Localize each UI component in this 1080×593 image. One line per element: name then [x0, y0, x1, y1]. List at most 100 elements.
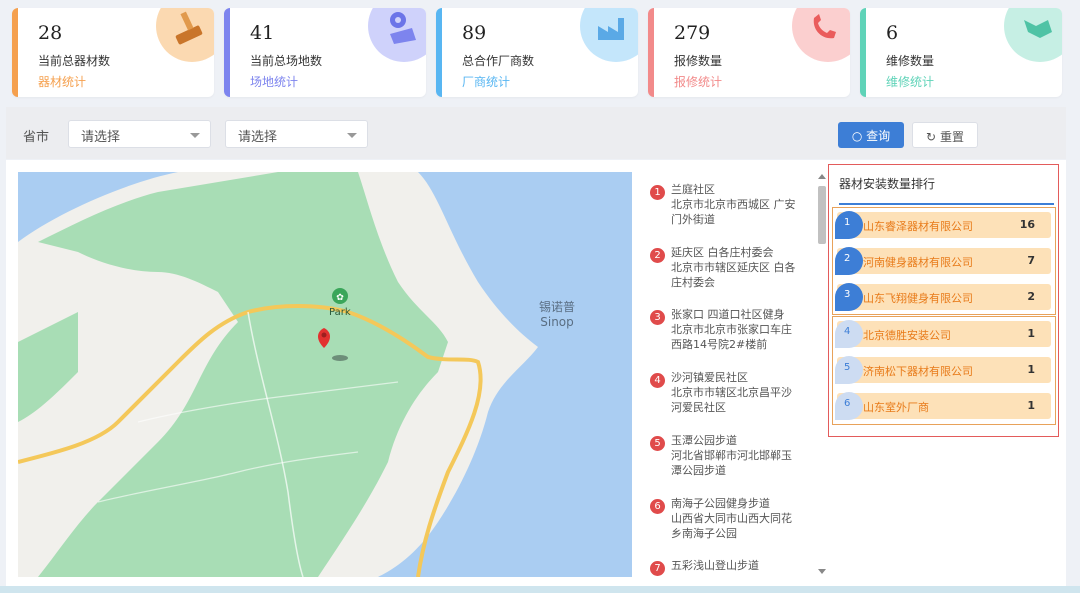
venue-number: 6 [650, 499, 665, 514]
ranking-row[interactable]: 2 河南健身器材有限公司 7 [835, 247, 1051, 275]
ranking-row[interactable]: 1 山东睿泽器材有限公司 16 [835, 211, 1051, 239]
park-label: Park [329, 307, 351, 318]
refresh-icon: ↻ [926, 130, 937, 144]
ranking-title-underline [839, 203, 1054, 205]
stat-value: 279 [674, 22, 711, 44]
stat-link-venues[interactable]: 场地统计 [250, 73, 298, 90]
scroll-up-icon[interactable] [818, 174, 826, 179]
reset-button-label: 重置 [939, 130, 964, 144]
map-region-label-en: Sinop [540, 315, 574, 329]
venue-name: 张家口 四道口社区健身 [671, 308, 785, 321]
city-select-value: 请选择 [238, 130, 278, 145]
rank-badge: 3 [835, 283, 863, 311]
venue-name: 玉潭公园步道 [671, 434, 737, 447]
stat-link-manufacturers[interactable]: 厂商统计 [462, 73, 510, 90]
hammer-icon [156, 8, 214, 62]
ranking-row[interactable]: 4 北京德胜安装公司 1 [835, 320, 1051, 348]
venue-address: 北京市北京市西城区 广安门外街道 [671, 198, 796, 226]
phone-icon [792, 8, 850, 62]
chevron-down-icon [190, 133, 200, 138]
stat-link-repairs-done[interactable]: 维修统计 [886, 73, 934, 90]
stat-cards: 28 当前总器材数 器材统计 41 当前总场地数 场地统计 89 总合作厂商数 … [12, 8, 1072, 98]
stat-label: 报修数量 [674, 54, 723, 68]
province-select[interactable]: 请选择 [68, 120, 211, 148]
query-button[interactable]: ○ 查询 [838, 122, 904, 148]
ranking-title: 器材安装数量排行 [839, 177, 936, 191]
venue-list: 1 兰庭社区北京市北京市西城区 广安门外街道 2 延庆区 白各庄村委会北京市市辖… [650, 178, 808, 588]
venue-name: 兰庭社区 [671, 183, 715, 196]
ranking-count: 2 [1027, 290, 1035, 303]
venue-name: 延庆区 白各庄村委会 [671, 246, 774, 259]
map-pin-icon [368, 8, 426, 62]
ranking-count: 7 [1027, 254, 1035, 267]
stat-value: 6 [886, 22, 899, 44]
venue-name: 南海子公园健身步道 [671, 497, 770, 510]
venue-address: 山西省大同市山西大同花乡南海子公园 [671, 512, 792, 540]
scrollbar-thumb[interactable] [818, 186, 826, 244]
venue-name: 五彩浅山登山步道 [671, 559, 759, 572]
ranking-row[interactable]: 3 山东飞翔健身有限公司 2 [835, 283, 1051, 311]
venue-number: 5 [650, 436, 665, 451]
stat-card-equipment: 28 当前总器材数 器材统计 [12, 8, 214, 97]
stat-value: 41 [250, 22, 275, 44]
map-canvas: ✿ [18, 172, 538, 577]
venue-map[interactable]: ✿ Park 锡诺普 Sinop [18, 172, 632, 577]
stat-label: 维修数量 [886, 54, 935, 68]
stat-label: 当前总场地数 [250, 54, 323, 68]
rank-badge: 6 [835, 392, 863, 420]
ranking-top-group: 1 山东睿泽器材有限公司 16 2 河南健身器材有限公司 7 3 山东飞翔健身有… [832, 207, 1056, 315]
rank-badge: 5 [835, 356, 863, 384]
factory-icon [580, 8, 638, 62]
province-select-value: 请选择 [81, 130, 121, 145]
ranking-count: 1 [1027, 363, 1035, 376]
main-panel: ✿ Park 锡诺普 Sinop 1 兰庭社区北京市北京市西城区 广安门外街道 … [6, 160, 1066, 593]
map-marker-icon[interactable] [316, 324, 332, 348]
stat-card-manufacturers: 89 总合作厂商数 厂商统计 [436, 8, 638, 97]
ranking-row[interactable]: 5 济南松下器材有限公司 1 [835, 356, 1051, 384]
venue-name: 沙河镇爱民社区 [671, 371, 748, 384]
map-region-label-cn: 锡诺普 [539, 300, 576, 314]
stat-card-repairs-done: 6 维修数量 维修统计 [860, 8, 1062, 97]
venue-address: 北京市市辖区北京昌平沙河爱民社区 [671, 386, 792, 414]
svg-text:✿: ✿ [336, 293, 344, 303]
ranking-count: 16 [1019, 218, 1035, 231]
ranking-company-name: 河南健身器材有限公司 [863, 256, 973, 269]
search-icon: ○ [851, 129, 863, 143]
filter-bar: 省市 请选择 请选择 ○ 查询 ↻ 重置 [6, 107, 1066, 159]
stat-value: 89 [462, 22, 487, 44]
install-ranking-panel: 器材安装数量排行 1 山东睿泽器材有限公司 16 2 河南健身器材有限公司 7 … [828, 164, 1059, 437]
venue-list-scrollbar[interactable] [816, 172, 828, 577]
scroll-down-icon[interactable] [818, 569, 826, 574]
chevron-down-icon [347, 133, 357, 138]
ranking-rest-group: 4 北京德胜安装公司 1 5 济南松下器材有限公司 1 6 山东室外厂商 1 [832, 316, 1056, 425]
region-filter-label: 省市 [23, 130, 50, 145]
stat-card-venues: 41 当前总场地数 场地统计 [224, 8, 426, 97]
venue-address: 河北省邯郸市河北邯郸玉潭公园步道 [671, 449, 792, 477]
ranking-company-name: 山东飞翔健身有限公司 [863, 292, 973, 305]
reset-button[interactable]: ↻ 重置 [912, 122, 978, 148]
stat-link-equipment[interactable]: 器材统计 [38, 73, 86, 90]
venue-number: 7 [650, 561, 665, 576]
ranking-company-name: 山东睿泽器材有限公司 [863, 220, 973, 233]
rank-badge: 1 [835, 211, 863, 239]
rank-badge: 4 [835, 320, 863, 348]
venue-number: 3 [650, 310, 665, 325]
ranking-count: 1 [1027, 327, 1035, 340]
ranking-company-name: 济南松下器材有限公司 [863, 365, 973, 378]
rank-badge: 2 [835, 247, 863, 275]
stat-label: 当前总器材数 [38, 54, 111, 68]
stat-link-repairs-reported[interactable]: 报修统计 [674, 73, 722, 90]
venue-address: 北京市北京市张家口车庄西路14号院2#楼前 [671, 323, 792, 351]
ranking-row[interactable]: 6 山东室外厂商 1 [835, 392, 1051, 420]
query-button-label: 查询 [866, 129, 891, 143]
map-region-label: 锡诺普 Sinop [539, 300, 575, 330]
stat-label: 总合作厂商数 [462, 54, 535, 68]
venue-number: 1 [650, 185, 665, 200]
venue-address: 北京市市辖区延庆区 白各庄村委会 [671, 261, 796, 289]
city-select[interactable]: 请选择 [225, 120, 368, 148]
wrench-icon [1004, 8, 1062, 62]
venue-number: 2 [650, 248, 665, 263]
ranking-company-name: 山东室外厂商 [863, 401, 929, 414]
venue-number: 4 [650, 373, 665, 388]
ranking-count: 1 [1027, 399, 1035, 412]
